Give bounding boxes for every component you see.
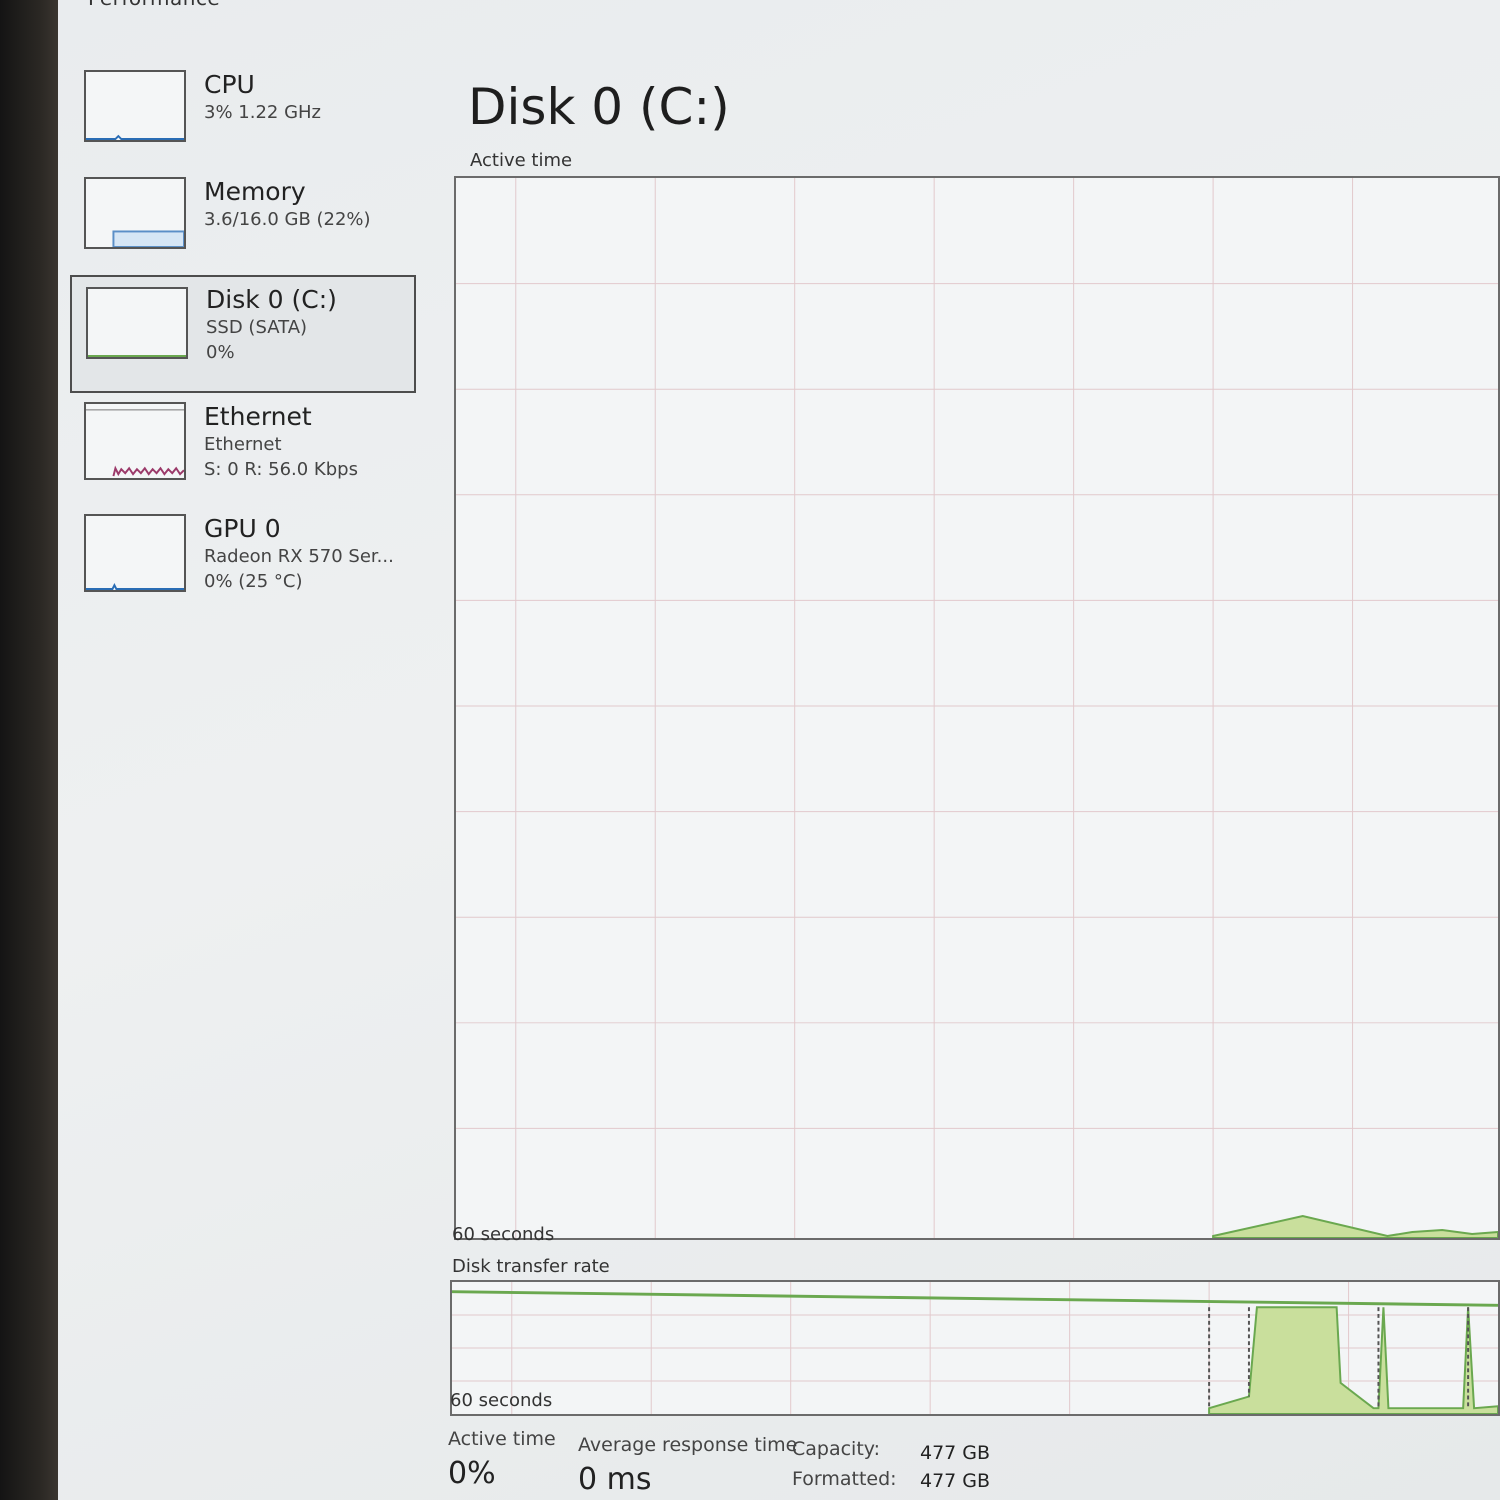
active-time-label: Active time xyxy=(470,150,573,171)
monitor-bezel xyxy=(0,0,58,1500)
ethernet-thumbnail-graph xyxy=(84,402,186,480)
sidebar-item-cpu[interactable]: CPU 3% 1.22 GHz xyxy=(70,70,416,182)
task-manager-performance-view: Performance CPU 3% 1.22 GHz Memory 3.6/1… xyxy=(58,0,1500,1500)
formatted-label: Formatted: xyxy=(792,1468,897,1490)
sidebar-item-label: Memory xyxy=(204,177,306,206)
capacity-value: 477 GB xyxy=(920,1442,991,1464)
memory-usage-text: 3.6/16.0 GB (22%) xyxy=(204,209,371,230)
capacity-label: Capacity: xyxy=(792,1438,881,1460)
formatted-value: 477 GB xyxy=(920,1470,991,1492)
active-time-graph xyxy=(454,176,1500,1240)
ethernet-throughput-text: S: 0 R: 56.0 Kbps xyxy=(204,459,358,480)
transfer-rate-graph xyxy=(450,1280,1500,1416)
transfer-rate-graph-svg xyxy=(452,1282,1498,1414)
sidebar-item-memory[interactable]: Memory 3.6/16.0 GB (22%) xyxy=(70,177,416,289)
disk-thumbnail-graph xyxy=(86,287,188,359)
cpu-thumbnail-graph xyxy=(84,70,186,142)
sidebar-item-label: Disk 0 (C:) xyxy=(206,285,337,314)
avg-response-stat-label: Average response time xyxy=(578,1434,798,1456)
gpu-usage-text: 0% (25 °C) xyxy=(204,571,303,592)
transfer-rate-label: Disk transfer rate xyxy=(452,1256,610,1277)
disk-type-text: SSD (SATA) xyxy=(206,317,308,338)
transfer-rate-time-label: 60 seconds xyxy=(450,1390,553,1411)
memory-thumbnail-graph xyxy=(84,177,186,249)
active-time-stat-label: Active time xyxy=(448,1428,556,1450)
sidebar-item-label: Ethernet xyxy=(204,402,312,431)
sidebar-item-disk-0[interactable]: Disk 0 (C:) SSD (SATA) 0% xyxy=(70,275,416,393)
page-title: Disk 0 (C:) xyxy=(468,78,730,136)
sidebar-item-label: GPU 0 xyxy=(204,514,281,543)
gpu-thumbnail-graph xyxy=(84,514,186,592)
active-time-graph-svg xyxy=(456,178,1498,1238)
cpu-usage-text: 3% 1.22 GHz xyxy=(204,102,322,123)
avg-response-stat-value: 0 ms xyxy=(578,1462,652,1497)
ethernet-adapter-text: Ethernet xyxy=(204,434,282,455)
disk-usage-text: 0% xyxy=(206,342,235,363)
sidebar-item-gpu-0[interactable]: GPU 0 Radeon RX 570 Ser... 0% (25 °C) xyxy=(70,514,416,626)
active-time-stat-value: 0% xyxy=(448,1456,496,1491)
section-title: Performance xyxy=(88,0,220,10)
active-time-time-label: 60 seconds xyxy=(452,1224,555,1245)
sidebar-item-label: CPU xyxy=(204,70,255,99)
gpu-model-text: Radeon RX 570 Ser... xyxy=(204,546,394,567)
sidebar-item-ethernet[interactable]: Ethernet Ethernet S: 0 R: 56.0 Kbps xyxy=(70,402,416,514)
